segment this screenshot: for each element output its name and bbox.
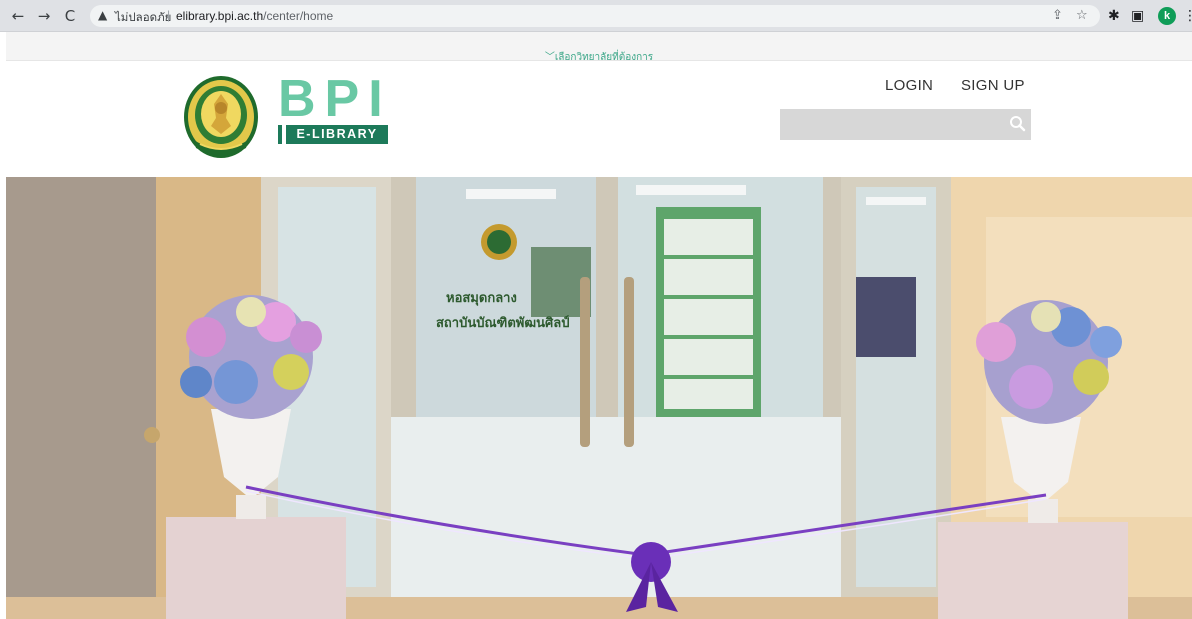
brand-title: BPI [278,70,392,128]
brand-subtitle-block: E-LIBRARY [278,124,388,145]
warning-icon[interactable]: ▲ [98,8,107,22]
bpi-elibrary-logo[interactable]: BPI E-LIBRARY [278,70,398,146]
menu-kebab-icon[interactable]: ⋮ [1183,7,1192,25]
browser-toolbar: ← → C ▲ ไม่ปลอดภัย | elibrary.bpi.ac.th/… [0,0,1192,32]
chevron-down-icon: ﹀ [544,52,555,63]
library-entrance-image: หอสมุดกลาง สถาบันบัณฑิตพัฒนศิลป์ [6,177,1192,619]
side-panel-icon[interactable]: ▣ [1131,7,1144,25]
site-header: BPI E-LIBRARY LOGIN SIGN UP [6,62,1192,177]
search-input[interactable] [780,109,1031,140]
url-path: /center/home [263,9,334,23]
security-status[interactable]: ไม่ปลอดภัย [115,9,171,27]
back-arrow-icon[interactable]: ← [8,6,28,26]
login-link[interactable]: LOGIN [885,77,933,94]
brand-accent-bar [278,125,282,144]
door-sign-line1: หอสมุดกลาง [446,291,517,306]
share-icon[interactable]: ⇪ [1052,8,1063,23]
url-text[interactable]: elibrary.bpi.ac.th/center/home [176,9,333,23]
profile-avatar[interactable]: k [1158,7,1176,25]
bookmark-star-icon[interactable]: ☆ [1076,8,1088,23]
address-separator: | [167,8,171,22]
address-bar[interactable]: ▲ ไม่ปลอดภัย | elibrary.bpi.ac.th/center… [90,5,1100,27]
college-select-bar[interactable]: ﹀ เลือกวิทยาลัยที่ต้องการ [6,32,1192,63]
brand-subtitle: E-LIBRARY [286,125,388,144]
url-host: elibrary.bpi.ac.th [176,9,264,23]
search-icon[interactable] [1004,109,1031,140]
reload-icon[interactable]: C [60,6,80,26]
extensions-puzzle-icon[interactable]: ✱ [1108,7,1120,25]
door-sign-line2: สถาบันบัณฑิตพัฒนศิลป์ [436,315,569,331]
institute-seal-logo[interactable] [182,74,260,160]
signup-link[interactable]: SIGN UP [961,77,1025,94]
hero-banner-photo: หอสมุดกลาง สถาบันบัณฑิตพัฒนศิลป์ [6,177,1192,619]
forward-arrow-icon[interactable]: → [34,6,54,26]
